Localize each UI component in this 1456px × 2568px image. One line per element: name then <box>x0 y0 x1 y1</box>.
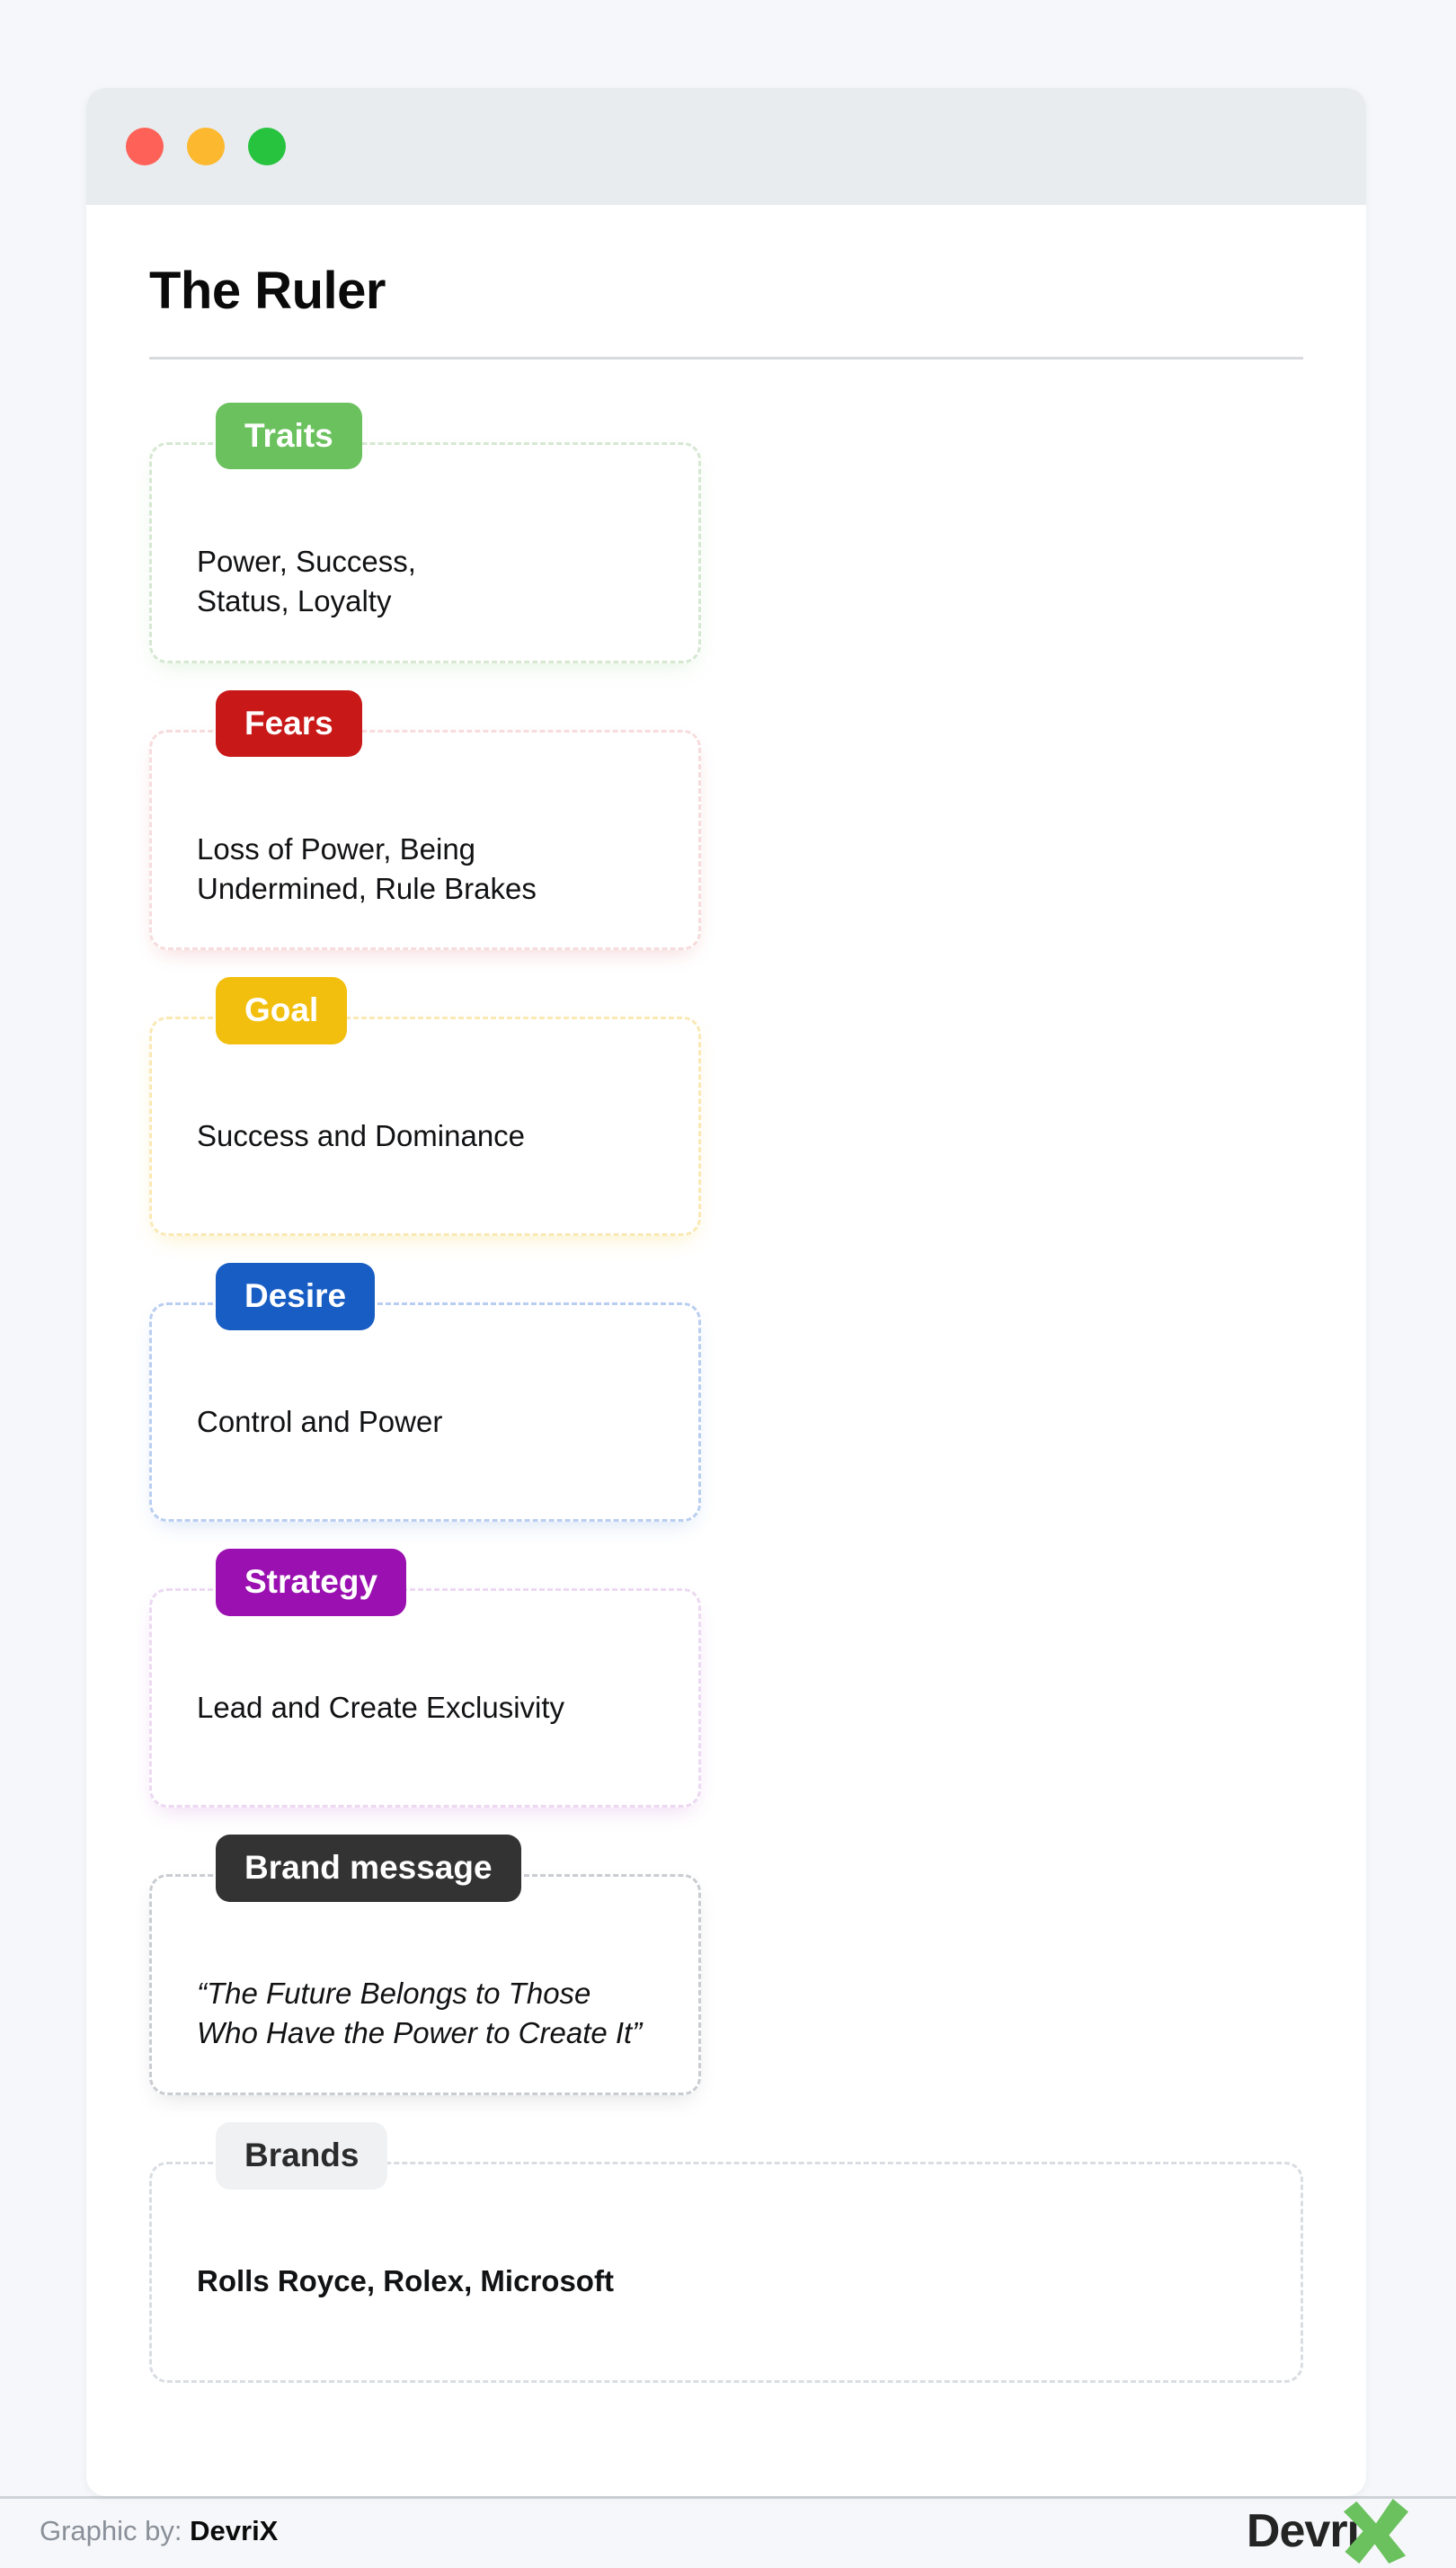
card-body-goal: Success and Dominance <box>149 1017 701 1237</box>
badge-traits: Traits <box>216 402 362 470</box>
page-footer: Graphic by: DevriX Devri <box>0 2496 1456 2564</box>
badge-brands: Brands <box>216 2122 388 2190</box>
card-body-desire: Control and Power <box>149 1302 701 1523</box>
card-text-desire: Control and Power <box>197 1405 443 1439</box>
card-brand-message: Brand message “The Future Belongs to Tho… <box>149 1835 701 2122</box>
infographic-page: The Ruler Traits Power, Success, Status,… <box>0 0 1456 2564</box>
credit-line: Graphic by: DevriX <box>40 2515 278 2547</box>
maximize-button-dot[interactable] <box>248 128 286 165</box>
x-mark-icon <box>1341 2499 1411 2564</box>
window-content: The Ruler Traits Power, Success, Status,… <box>86 205 1366 2496</box>
card-fears: Fears Loss of Power, Being Undermined, R… <box>149 689 701 978</box>
credit-label: Graphic by: <box>40 2515 182 2547</box>
card-brands: Brands Rolls Royce, Rolex, Microsoft <box>149 2122 1303 2410</box>
card-goal: Goal Success and Dominance <box>149 977 701 1263</box>
card-body-traits: Power, Success, Status, Loyalty <box>149 441 701 663</box>
attribute-grid: Traits Power, Success, Status, Loyalty F… <box>149 402 1303 2410</box>
badge-strategy: Strategy <box>216 1549 407 1616</box>
card-text-brands: Rolls Royce, Rolex, Microsoft <box>197 2264 614 2298</box>
card-text-strategy: Lead and Create Exclusivity <box>197 1691 565 1725</box>
title-divider <box>149 356 1303 360</box>
minimize-button-dot[interactable] <box>187 128 225 165</box>
card-body-brands: Rolls Royce, Rolex, Microsoft <box>149 2162 1303 2384</box>
card-body-fears: Loss of Power, Being Undermined, Rule Br… <box>149 729 701 951</box>
card-text-brand-message: “The Future Belongs to Those Who Have th… <box>197 1977 643 2050</box>
browser-window-mock: The Ruler Traits Power, Success, Status,… <box>86 88 1366 2497</box>
card-text-traits: Power, Success, Status, Loyalty <box>197 544 416 618</box>
window-titlebar <box>86 88 1366 205</box>
badge-desire: Desire <box>216 1263 376 1330</box>
card-strategy: Strategy Lead and Create Exclusivity <box>149 1549 701 1835</box>
badge-goal: Goal <box>216 977 348 1044</box>
card-text-goal: Success and Dominance <box>197 1119 526 1153</box>
badge-brand-message: Brand message <box>216 1835 521 1902</box>
devrix-logo: Devri <box>1247 2499 1416 2564</box>
card-desire: Desire Control and Power <box>149 1263 701 1549</box>
card-body-brand-message: “The Future Belongs to Those Who Have th… <box>149 1874 701 2096</box>
page-title: The Ruler <box>149 262 386 320</box>
card-text-fears: Loss of Power, Being Undermined, Rule Br… <box>197 831 537 905</box>
badge-fears: Fears <box>216 689 362 758</box>
card-traits: Traits Power, Success, Status, Loyalty <box>149 402 701 690</box>
card-body-strategy: Lead and Create Exclusivity <box>149 1588 701 1808</box>
credit-brand: DevriX <box>190 2515 279 2547</box>
page-body: The Ruler Traits Power, Success, Status,… <box>0 0 1456 2497</box>
close-button-dot[interactable] <box>126 128 164 165</box>
